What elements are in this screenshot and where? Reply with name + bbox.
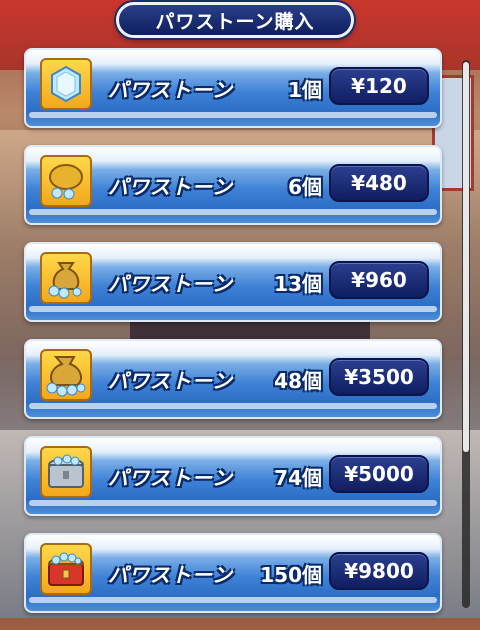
product-list: パワストーン 1個 ¥120 パワストーン 6個 ¥480 パワストーン 13個… xyxy=(24,48,442,630)
small-bag-icon xyxy=(40,155,92,207)
product-name: パワストーン xyxy=(108,175,233,199)
product-quantity: 150個 xyxy=(260,563,322,587)
scrollbar-thumb[interactable] xyxy=(463,62,469,452)
product-quantity: 6個 xyxy=(288,175,322,199)
buy-button[interactable]: ¥9800 xyxy=(329,552,429,590)
large-chest-icon xyxy=(40,543,92,595)
bag-icon xyxy=(40,252,92,304)
product-row[interactable]: パワストーン 1個 ¥120 xyxy=(24,48,442,128)
product-row[interactable]: パワストーン 6個 ¥480 xyxy=(24,145,442,225)
product-quantity: 74個 xyxy=(274,466,322,490)
product-quantity: 13個 xyxy=(274,272,322,296)
buy-button[interactable]: ¥5000 xyxy=(329,455,429,493)
product-name: パワストーン xyxy=(108,78,233,102)
product-row[interactable]: パワストーン 74個 ¥5000 xyxy=(24,436,442,516)
page-title: パワストーン購入 xyxy=(116,2,354,38)
product-quantity: 48個 xyxy=(274,369,322,393)
large-bag-icon xyxy=(40,349,92,401)
product-name: パワストーン xyxy=(108,272,233,296)
buy-button[interactable]: ¥960 xyxy=(329,261,429,299)
buy-button[interactable]: ¥3500 xyxy=(329,358,429,396)
product-row[interactable]: パワストーン 48個 ¥3500 xyxy=(24,339,442,419)
product-name: パワストーン xyxy=(108,563,233,587)
buy-button[interactable]: ¥480 xyxy=(329,164,429,202)
product-quantity: 1個 xyxy=(288,78,322,102)
product-name: パワストーン xyxy=(108,369,233,393)
chest-icon xyxy=(40,446,92,498)
product-name: パワストーン xyxy=(108,466,233,490)
diamond-icon xyxy=(40,58,92,110)
product-row[interactable]: パワストーン 13個 ¥960 xyxy=(24,242,442,322)
product-row[interactable]: パワストーン 150個 ¥9800 xyxy=(24,533,442,613)
buy-button[interactable]: ¥120 xyxy=(329,67,429,105)
